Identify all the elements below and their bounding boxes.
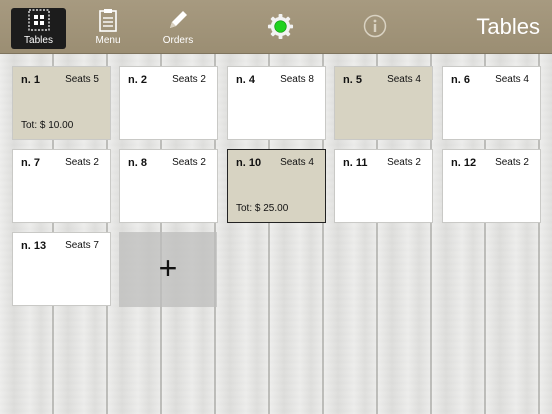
table-card[interactable]: n. 7 Seats 2: [12, 149, 111, 223]
table-number: n. 8: [128, 157, 147, 169]
table-number: n. 1: [21, 74, 40, 86]
table-card[interactable]: n. 5 Seats 4: [334, 66, 433, 140]
tab-menu[interactable]: Menu: [83, 8, 133, 49]
table-total: Tot: $ 10.00: [21, 120, 74, 131]
table-seats: Seats 2: [65, 157, 99, 168]
table-card[interactable]: n. 1 Seats 5 Tot: $ 10.00: [12, 66, 111, 140]
pencil-icon: [166, 8, 190, 32]
table-card[interactable]: n. 13 Seats 7: [12, 232, 111, 306]
table-number: n. 2: [128, 74, 147, 86]
table-card[interactable]: n. 4 Seats 8: [227, 66, 326, 140]
table-number: n. 7: [21, 157, 40, 169]
table-seats: Seats 2: [172, 157, 206, 168]
table-seats: Seats 2: [172, 74, 206, 85]
tab-tables-label: Tables: [24, 35, 53, 46]
table-seats: Seats 8: [280, 74, 314, 85]
table-card[interactable]: n. 11 Seats 2: [334, 149, 433, 223]
table-seats: Seats 7: [65, 240, 99, 251]
tab-tables[interactable]: Tables: [11, 8, 66, 49]
table-seats: Seats 4: [387, 74, 421, 85]
table-card[interactable]: n. 2 Seats 2: [119, 66, 218, 140]
table-card[interactable]: n. 8 Seats 2: [119, 149, 218, 223]
tab-menu-label: Menu: [95, 35, 121, 46]
table-seats: Seats 4: [280, 157, 314, 168]
table-number: n. 11: [343, 157, 368, 169]
tab-orders[interactable]: Orders: [152, 8, 204, 49]
table-total: Tot: $ 25.00: [236, 203, 289, 214]
clipboard-icon: [96, 8, 120, 32]
table-number: n. 12: [451, 157, 477, 169]
table-number: n. 10: [236, 157, 262, 169]
table-card[interactable]: n. 12 Seats 2: [442, 149, 541, 223]
table-card[interactable]: n. 10 Seats 4 Tot: $ 25.00: [227, 149, 326, 223]
add-table-button[interactable]: +: [119, 232, 217, 307]
top-toolbar: Tables Menu Orders Tables: [0, 0, 552, 54]
plus-icon: +: [158, 249, 178, 286]
page-title: Tables: [476, 14, 540, 39]
table-number: n. 13: [21, 240, 47, 252]
tab-orders-label: Orders: [162, 35, 194, 46]
grid-icon: [27, 8, 51, 32]
table-seats: Seats 2: [387, 157, 421, 168]
table-card[interactable]: n. 6 Seats 4: [442, 66, 541, 140]
table-number: n. 6: [451, 74, 470, 86]
table-seats: Seats 4: [495, 74, 529, 85]
table-number: n. 5: [343, 74, 362, 86]
table-number: n. 4: [236, 74, 255, 86]
table-seats: Seats 2: [495, 157, 529, 168]
table-seats: Seats 5: [65, 74, 99, 85]
info-icon[interactable]: [363, 14, 387, 38]
settings-gear-icon[interactable]: [267, 13, 294, 40]
